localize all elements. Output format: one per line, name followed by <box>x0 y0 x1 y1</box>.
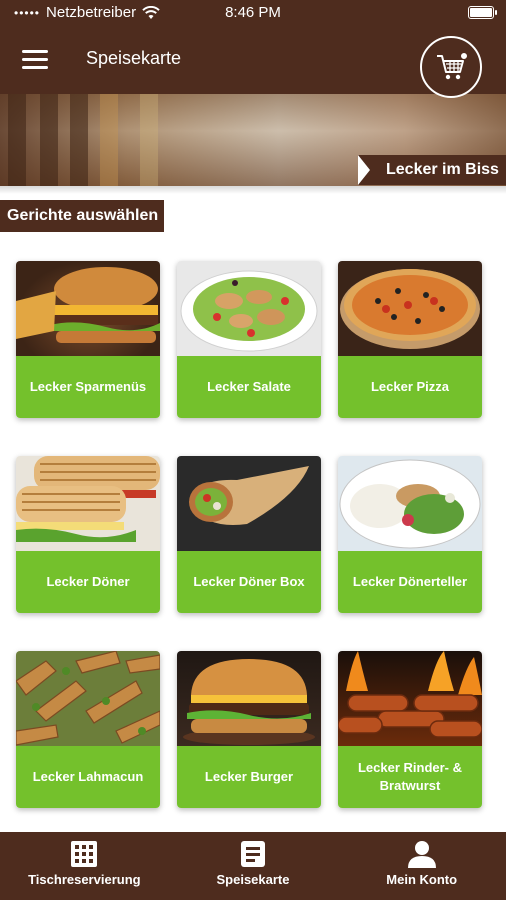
category-card-rinder-bratwurst[interactable]: Lecker Rinder- & Bratwurst <box>338 651 482 808</box>
nav-label: Speisekarte <box>216 872 290 887</box>
burger-menu-photo <box>16 261 160 356</box>
doener-sandwich-photo <box>16 456 160 551</box>
category-card-burger[interactable]: Lecker Burger <box>177 651 321 808</box>
nav-label: Tischreservierung <box>28 872 141 887</box>
section-heading: Gerichte auswählen <box>0 200 164 232</box>
user-icon <box>407 841 436 868</box>
category-label: Lecker Döner Box <box>177 551 321 613</box>
category-label: Lecker Rinder- & Bratwurst <box>338 746 482 808</box>
category-card-pizza[interactable]: Lecker Pizza <box>338 261 482 418</box>
category-card-doener[interactable]: Lecker Döner <box>16 456 160 613</box>
bottom-navigation: Tischreservierung Speisekarte Mein Konto <box>0 832 506 900</box>
nav-label: Mein Konto <box>386 872 458 887</box>
category-label: Lecker Dönerteller <box>338 551 482 613</box>
category-grid: Lecker Sparmenüs Lecker Salate Lecker Pi… <box>16 261 482 808</box>
bratwurst-photo <box>338 651 482 746</box>
category-label: Lecker Salate <box>177 356 321 418</box>
doener-plate-photo <box>338 456 482 551</box>
banner-tagline: Lecker im Biss <box>358 155 506 185</box>
nav-speisekarte[interactable]: Speisekarte <box>169 832 338 900</box>
category-label: Lecker Burger <box>177 746 321 808</box>
category-label: Lecker Döner <box>16 551 160 613</box>
nav-mein-konto[interactable]: Mein Konto <box>337 832 506 900</box>
burger-photo <box>177 651 321 746</box>
status-bar: ••••• Netzbetreiber 8:46 PM <box>0 0 506 26</box>
category-card-lahmacun[interactable]: Lecker Lahmacun <box>16 651 160 808</box>
category-card-sparmenues[interactable]: Lecker Sparmenüs <box>16 261 160 418</box>
salad-photo <box>177 261 321 356</box>
grid-icon <box>71 841 98 867</box>
doener-wrap-photo <box>177 456 321 551</box>
pizza-photo <box>338 261 482 356</box>
category-label: Lecker Pizza <box>338 356 482 418</box>
category-label: Lecker Lahmacun <box>16 746 160 808</box>
lahmacun-photo <box>16 651 160 746</box>
cart-badge <box>460 52 468 60</box>
status-time: 8:46 PM <box>225 4 281 21</box>
category-card-salate[interactable]: Lecker Salate <box>177 261 321 418</box>
cart-button[interactable] <box>420 36 482 98</box>
nav-tischreservierung[interactable]: Tischreservierung <box>0 832 169 900</box>
battery-icon <box>468 6 497 19</box>
category-label: Lecker Sparmenüs <box>16 356 160 418</box>
hamburger-menu-icon[interactable] <box>22 50 48 70</box>
document-icon <box>241 841 265 867</box>
page-title: Speisekarte <box>86 48 182 68</box>
category-card-doenerteller[interactable]: Lecker Dönerteller <box>338 456 482 613</box>
category-card-doener-box[interactable]: Lecker Döner Box <box>177 456 321 613</box>
